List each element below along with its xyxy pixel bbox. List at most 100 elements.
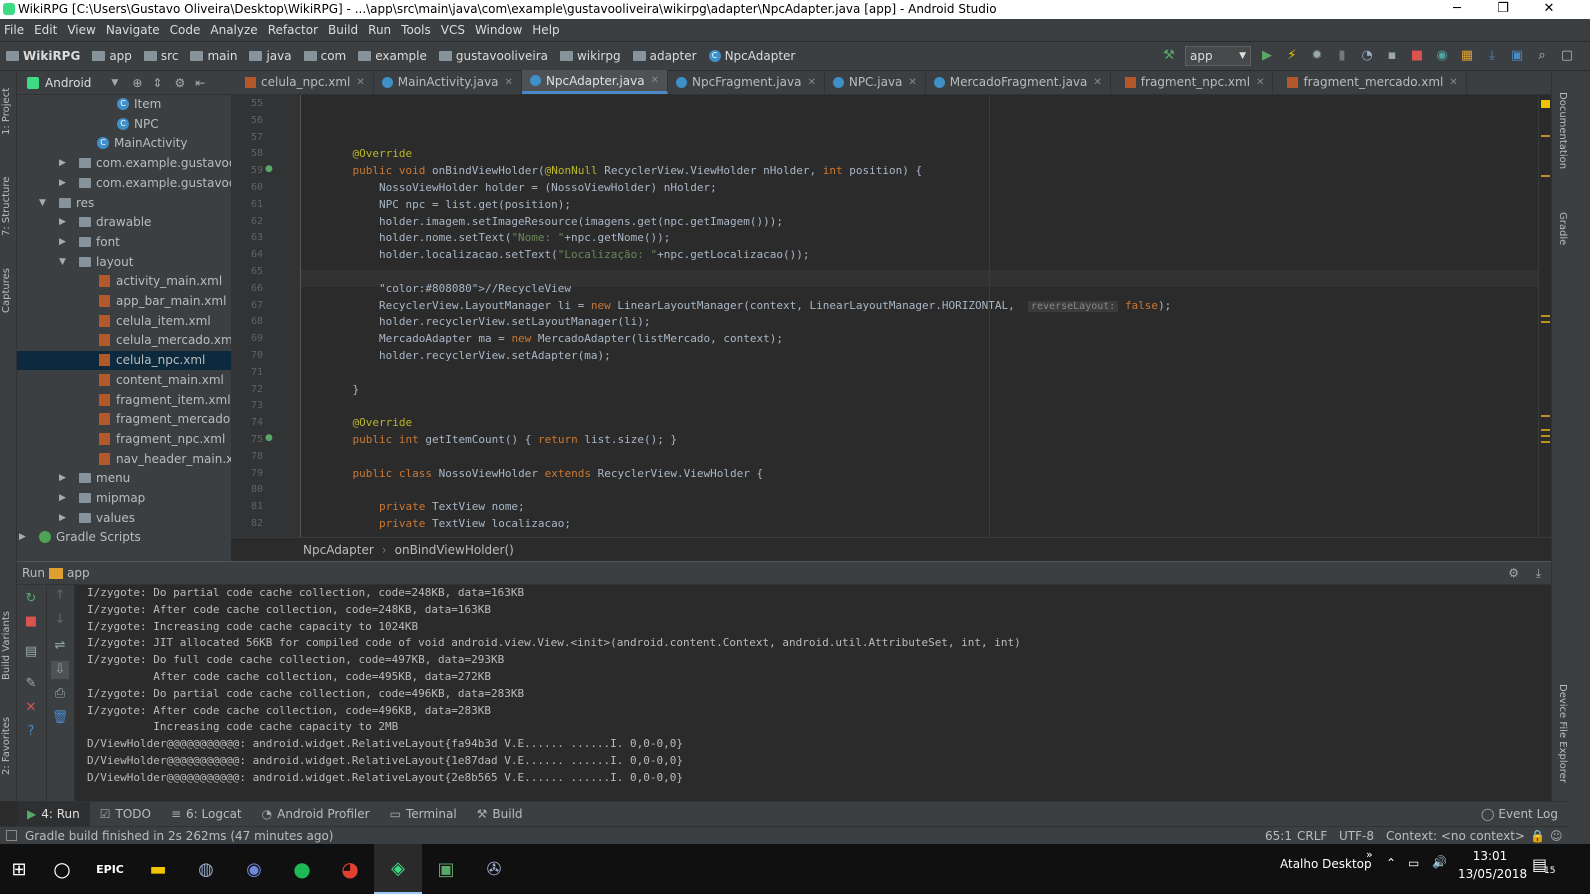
attach-debugger-icon[interactable]: ▪: [1383, 47, 1401, 65]
tree-item[interactable]: nav_header_main.xml: [17, 450, 231, 469]
error-stripe-mark[interactable]: [1541, 135, 1550, 137]
scroll-to-end-icon[interactable]: ⇩: [51, 661, 69, 679]
tab-npcadapter-java[interactable]: NpcAdapter.java ✕: [521, 70, 668, 94]
code-line[interactable]: NPC npc = list.get(position);: [326, 197, 571, 214]
spotify-icon[interactable]: ●: [278, 844, 326, 894]
close-icon[interactable]: ✕: [908, 77, 916, 88]
caret-position[interactable]: 65:1: [1265, 829, 1292, 843]
tree-item[interactable]: fragment_mercado.xn: [17, 410, 231, 429]
close-icon[interactable]: ✕: [1449, 77, 1457, 88]
tool-tab-terminal[interactable]: ▭ Terminal: [380, 802, 467, 827]
chevron-down-icon[interactable]: ▼: [59, 253, 66, 272]
close-button[interactable]: ✕: [1526, 0, 1572, 19]
tree-item[interactable]: C MainActivity: [17, 134, 231, 153]
user-icon[interactable]: ▢: [1558, 47, 1576, 65]
code-line[interactable]: MercadoAdapter ma = new MercadoAdapter(l…: [326, 331, 783, 348]
tab-mainactivity-java[interactable]: MainActivity.java ✕: [374, 70, 522, 94]
tool-tab-android-profiler[interactable]: ◔ Android Profiler: [252, 802, 380, 827]
close-icon[interactable]: ✕: [505, 77, 513, 88]
tab-celula_npc-xml[interactable]: celula_npc.xml ✕: [231, 70, 374, 94]
code-line[interactable]: holder.recyclerView.setAdapter(ma);: [326, 348, 611, 365]
chevron-right-icon[interactable]: ▶: [59, 469, 66, 488]
epic-games-icon[interactable]: EPIC: [86, 844, 134, 894]
code-line[interactable]: public class NossoViewHolder extends Rec…: [326, 466, 764, 483]
locate-icon[interactable]: ⊕: [132, 76, 142, 90]
error-stripe-mark[interactable]: [1541, 315, 1550, 317]
code-editor[interactable]: @Override public void onBindViewHolder(@…: [301, 95, 1538, 537]
close-icon[interactable]: ✕: [1256, 77, 1264, 88]
code-line[interactable]: }: [326, 382, 359, 399]
project-structure-icon[interactable]: ▣: [1508, 47, 1526, 65]
error-stripe-mark[interactable]: [1541, 435, 1550, 437]
up-arrow-icon[interactable]: ↑: [51, 587, 69, 605]
pin-icon[interactable]: ✎: [22, 675, 40, 693]
tab-fragment_npc-xml[interactable]: fragment_npc.xml ✕: [1111, 70, 1274, 94]
tab-build-variants[interactable]: Build Variants: [1, 606, 16, 686]
tool-tab-6-logcat[interactable]: ≡ 6: Logcat: [161, 802, 252, 827]
clock-time[interactable]: 13:01: [1472, 849, 1508, 863]
menu-build[interactable]: Build: [324, 23, 364, 37]
tray-expand-icon[interactable]: ⌃: [1386, 856, 1396, 870]
tree-item[interactable]: ▼ res: [17, 194, 231, 213]
tab-npc-java[interactable]: NPC.java ✕: [825, 70, 926, 94]
volume-icon[interactable]: 🔊: [1432, 855, 1447, 869]
tree-item[interactable]: ▶ drawable: [17, 213, 231, 232]
collapse-icon[interactable]: ⇕: [152, 76, 162, 90]
error-stripe-mark[interactable]: [1541, 441, 1550, 443]
code-line[interactable]: "color:#808080">//RecycleView: [326, 281, 571, 298]
debug-icon[interactable]: ✹: [1308, 47, 1326, 65]
menu-refactor[interactable]: Refactor: [264, 23, 324, 37]
tree-item[interactable]: ▶ Gradle Scripts: [17, 528, 231, 547]
tree-item[interactable]: activity_main.xml: [17, 272, 231, 291]
breadcrumb-method[interactable]: onBindViewHolder(): [395, 543, 514, 557]
tree-item[interactable]: app_bar_main.xml: [17, 292, 231, 311]
context-indicator[interactable]: Context: <no context>: [1386, 829, 1525, 843]
tab-mercadofragment-java[interactable]: MercadoFragment.java ✕: [926, 70, 1111, 94]
inspector-icon[interactable]: ☺: [1550, 829, 1563, 843]
code-line[interactable]: @Override: [326, 415, 413, 432]
hide-panel-icon[interactable]: ⤓: [1536, 566, 1541, 581]
file-encoding[interactable]: UTF-8: [1339, 829, 1374, 843]
tab-gradle[interactable]: Gradle: [1553, 201, 1568, 256]
android-studio-icon[interactable]: ◈: [374, 844, 422, 894]
breadcrumb-item[interactable]: adapter: [627, 49, 703, 63]
help-icon[interactable]: ?: [22, 723, 40, 741]
close-icon[interactable]: ✕: [1093, 77, 1101, 88]
tab-captures[interactable]: Captures: [1, 261, 16, 321]
tree-item[interactable]: ▶ com.example.gustavooliv: [17, 154, 231, 173]
tree-item[interactable]: ▶ com.example.gustavooliv: [17, 174, 231, 193]
sdk-manager-icon[interactable]: ⤓: [1483, 47, 1501, 65]
tool-tab-build[interactable]: ⚒ Build: [467, 802, 533, 827]
run-icon[interactable]: ▶: [1258, 47, 1276, 65]
rerun-icon[interactable]: ↻: [22, 590, 40, 608]
stop-icon[interactable]: ■: [1408, 47, 1426, 65]
menu-run[interactable]: Run: [364, 23, 397, 37]
tab-favorites[interactable]: 2: Favorites: [1, 711, 16, 781]
minimize-button[interactable]: ─: [1434, 0, 1480, 19]
run-config-tab[interactable]: app: [67, 566, 90, 580]
search-icon[interactable]: ⌕: [1533, 47, 1551, 65]
tab-fragment_mercado-xml[interactable]: fragment_mercado.xml ✕: [1273, 70, 1467, 94]
tab-documentation[interactable]: Documentation: [1553, 83, 1568, 178]
project-view-select[interactable]: Android: [45, 76, 91, 90]
gear-icon[interactable]: ⚙: [1508, 566, 1519, 580]
menu-view[interactable]: View: [63, 23, 101, 37]
app-icon[interactable]: ▣: [422, 844, 470, 894]
event-log-tab[interactable]: ◯ Event Log: [1481, 807, 1558, 821]
error-stripe-mark[interactable]: [1541, 175, 1550, 177]
code-line[interactable]: private TextView nome;: [326, 499, 525, 516]
tab-structure[interactable]: 7: Structure: [1, 171, 16, 241]
code-line[interactable]: holder.recyclerView.setLayoutManager(li)…: [326, 314, 651, 331]
chevron-icon[interactable]: »: [1366, 848, 1373, 861]
soft-wrap-icon[interactable]: ⇌: [51, 637, 69, 655]
steam-icon[interactable]: ◍: [182, 844, 230, 894]
chevron-down-icon[interactable]: ▼: [39, 194, 46, 213]
down-arrow-icon[interactable]: ↓: [51, 611, 69, 629]
tree-item[interactable]: celula_npc.xml: [17, 351, 231, 371]
tool-tab-todo[interactable]: ☑ TODO: [90, 802, 161, 827]
chevron-right-icon[interactable]: ▶: [19, 528, 26, 547]
tree-item[interactable]: ▼ layout: [17, 253, 231, 272]
menu-analyze[interactable]: Analyze: [206, 23, 263, 37]
error-stripe-mark[interactable]: [1541, 415, 1550, 417]
stop-icon[interactable]: ■: [22, 613, 40, 631]
